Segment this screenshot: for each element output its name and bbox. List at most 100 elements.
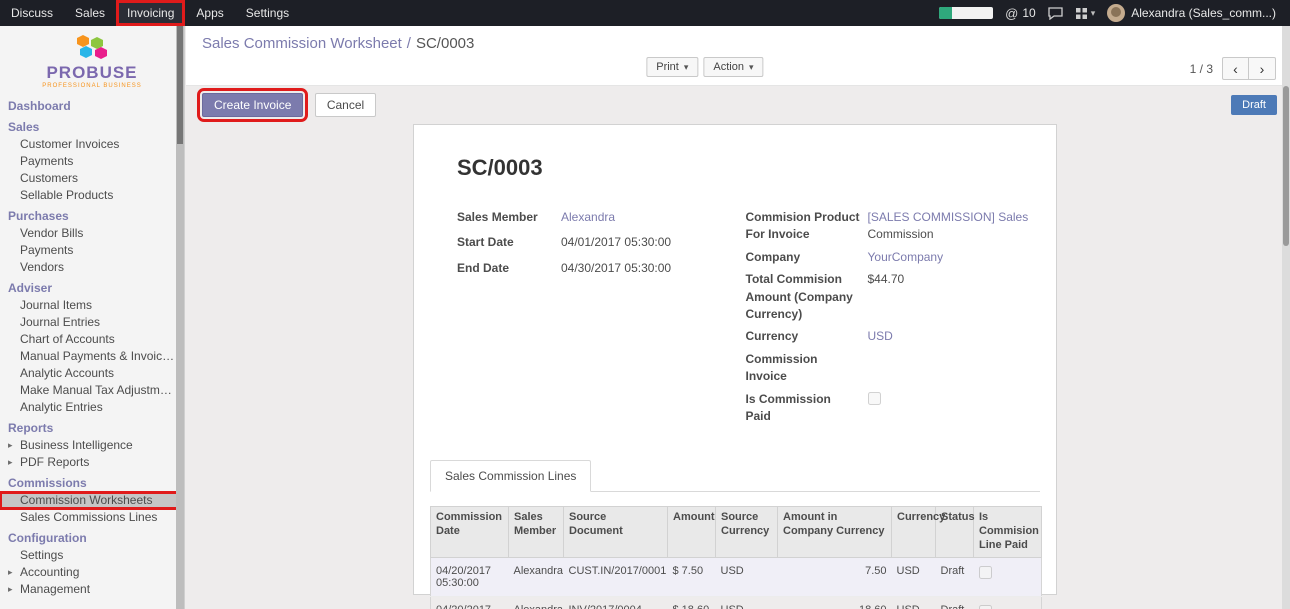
company-link[interactable]: YourCompany	[868, 250, 944, 264]
line-paid-checkbox[interactable]	[979, 566, 992, 579]
field-label: Start Date	[457, 234, 561, 251]
debug-menu[interactable]: ▾	[1075, 7, 1096, 20]
sidebar-item-vendor-bills[interactable]: Vendor Bills	[0, 225, 184, 242]
pager-previous-button[interactable]: ‹	[1222, 57, 1249, 80]
sidebar-item-journal-entries[interactable]: Journal Entries	[0, 314, 184, 331]
table-row[interactable]: 04/20/2017 05:30:00 Alexandra INV/2017/0…	[431, 596, 1042, 609]
sidebar-item-commission-worksheets[interactable]: Commission Worksheets	[0, 492, 184, 509]
sidebar-item-sellable-products[interactable]: Sellable Products	[0, 187, 184, 204]
sidebar-item-customers[interactable]: Customers	[0, 170, 184, 187]
sidebar-heading-purchases[interactable]: Purchases	[0, 204, 184, 225]
cell-status: Draft	[936, 557, 974, 596]
tab-sales-commission-lines[interactable]: Sales Commission Lines	[430, 460, 591, 492]
sidebar-scrollbar[interactable]	[176, 26, 184, 609]
sidebar-item-management[interactable]: ▸ Management	[0, 581, 184, 598]
control-panel: Sales Commission Worksheet/SC/0003 Print…	[186, 26, 1290, 86]
status-badge[interactable]: Draft	[1231, 95, 1277, 115]
breadcrumb-parent[interactable]: Sales Commission Worksheet	[202, 35, 402, 52]
menu-apps[interactable]: Apps	[185, 0, 234, 26]
sidebar-item-make-manual-tax-adjustment[interactable]: Make Manual Tax Adjustme...	[0, 382, 184, 399]
activities-counter[interactable]: @ 10	[1005, 6, 1036, 21]
app-logo: PROBUSE PROFESSIONAL BUSINESS	[0, 26, 184, 94]
sidebar-heading-reports[interactable]: Reports	[0, 416, 184, 437]
total-commission-value: $44.70	[868, 271, 1035, 323]
col-sales-member[interactable]: Sales Member	[509, 507, 564, 557]
main-content: Sales Commission Worksheet/SC/0003 Print…	[186, 26, 1290, 609]
col-source-currency[interactable]: Source Currency	[716, 507, 778, 557]
col-amount[interactable]: Amount	[668, 507, 716, 557]
progress-pill[interactable]	[939, 7, 993, 19]
expand-arrow-icon: ▸	[8, 456, 13, 469]
create-invoice-button[interactable]: Create Invoice	[202, 93, 303, 117]
col-status[interactable]: Status	[936, 507, 974, 557]
expand-arrow-icon: ▸	[8, 583, 13, 596]
col-amount-company-currency[interactable]: Amount in Company Currency	[778, 507, 892, 557]
menu-settings[interactable]: Settings	[235, 0, 300, 26]
page-scrollbar[interactable]	[1282, 26, 1290, 609]
sidebar-scrollbar-thumb[interactable]	[177, 26, 183, 144]
topbar: Discuss Sales Invoicing Apps Settings @ …	[0, 0, 1290, 26]
print-button[interactable]: Print ▾	[646, 57, 698, 77]
sidebar: PROBUSE PROFESSIONAL BUSINESS Dashboard …	[0, 26, 185, 609]
username: Alexandra (Sales_comm...)	[1131, 6, 1276, 20]
field-total-commission: Total Commision Amount (Company Currency…	[746, 271, 1035, 323]
caret-down-icon: ▾	[749, 62, 754, 73]
sidebar-heading-configuration[interactable]: Configuration	[0, 526, 184, 547]
avatar	[1107, 4, 1125, 22]
activities-count: 10	[1022, 6, 1035, 20]
messages-icon[interactable]	[1048, 7, 1063, 20]
field-commission-product: Commision Product For Invoice [SALES COM…	[746, 209, 1035, 244]
sidebar-item-analytic-entries[interactable]: Analytic Entries	[0, 399, 184, 416]
sidebar-heading-dashboard[interactable]: Dashboard	[0, 94, 184, 115]
pager-value: 1 / 3	[1190, 62, 1213, 76]
systray: @ 10 ▾ Alexandra (Sales_comm...)	[939, 0, 1290, 26]
logo-hexagons	[72, 33, 112, 59]
sidebar-item-analytic-accounts[interactable]: Analytic Accounts	[0, 365, 184, 382]
cell-member: Alexandra	[509, 557, 564, 596]
pager-next-button[interactable]: ›	[1249, 57, 1276, 80]
expand-arrow-icon: ▸	[8, 439, 13, 452]
currency-link[interactable]: USD	[868, 329, 893, 343]
commission-lines-table: Commission Date Sales Member Source Docu…	[430, 506, 1042, 609]
col-source-document[interactable]: Source Document	[564, 507, 668, 557]
menu-invoicing[interactable]: Invoicing	[116, 0, 185, 26]
sidebar-menu: Dashboard Sales Customer Invoices Paymen…	[0, 94, 184, 598]
commission-product-rest: Commission	[868, 226, 1035, 243]
col-currency[interactable]: Currency	[892, 507, 936, 557]
user-menu[interactable]: Alexandra (Sales_comm...)	[1107, 4, 1276, 22]
sidebar-item-sales-commissions-lines[interactable]: Sales Commissions Lines	[0, 509, 184, 526]
action-button[interactable]: Action ▾	[703, 57, 763, 77]
sidebar-heading-sales[interactable]: Sales	[0, 115, 184, 136]
sidebar-item-journal-items[interactable]: Journal Items	[0, 297, 184, 314]
sidebar-heading-adviser[interactable]: Adviser	[0, 276, 184, 297]
sidebar-heading-commissions[interactable]: Commissions	[0, 471, 184, 492]
sidebar-item-payments-sales[interactable]: Payments	[0, 153, 184, 170]
field-label: Commission Invoice	[746, 351, 868, 386]
sidebar-item-accounting[interactable]: ▸ Accounting	[0, 564, 184, 581]
sidebar-item-pdf-reports[interactable]: ▸ PDF Reports	[0, 454, 184, 471]
sidebar-item-vendors[interactable]: Vendors	[0, 259, 184, 276]
is-commission-paid-checkbox[interactable]	[868, 392, 881, 405]
commission-product-link[interactable]: [SALES COMMISSION] Sales	[868, 209, 1035, 226]
menu-discuss[interactable]: Discuss	[0, 0, 64, 26]
sidebar-item-chart-of-accounts[interactable]: Chart of Accounts	[0, 331, 184, 348]
sidebar-item-payments-purchases[interactable]: Payments	[0, 242, 184, 259]
page-scrollbar-thumb[interactable]	[1283, 86, 1289, 246]
menu-sales[interactable]: Sales	[64, 0, 116, 26]
col-commission-date[interactable]: Commission Date	[431, 507, 509, 557]
sidebar-item-manual-payments-invoice[interactable]: Manual Payments & Invoice...	[0, 348, 184, 365]
sidebar-item-customer-invoices[interactable]: Customer Invoices	[0, 136, 184, 153]
field-start-date: Start Date 04/01/2017 05:30:00	[457, 234, 746, 251]
table-row[interactable]: 04/20/2017 05:30:00 Alexandra CUST.IN/20…	[431, 557, 1042, 596]
col-is-commission-line-paid[interactable]: Is Commision Line Paid	[974, 507, 1042, 557]
breadcrumb: Sales Commission Worksheet/SC/0003	[202, 35, 474, 52]
cell-amount: $ 18.60	[668, 596, 716, 609]
sidebar-item-settings[interactable]: Settings	[0, 547, 184, 564]
cancel-button[interactable]: Cancel	[315, 93, 376, 117]
sales-member-link[interactable]: Alexandra	[561, 210, 615, 224]
end-date-value: 04/30/2017 05:30:00	[561, 260, 746, 277]
line-paid-checkbox[interactable]	[979, 605, 992, 609]
sidebar-item-business-intelligence[interactable]: ▸ Business Intelligence	[0, 437, 184, 454]
form-sheet: SC/0003 Sales Member Alexandra Start Dat…	[413, 124, 1057, 595]
page: Discuss Sales Invoicing Apps Settings @ …	[0, 0, 1290, 609]
